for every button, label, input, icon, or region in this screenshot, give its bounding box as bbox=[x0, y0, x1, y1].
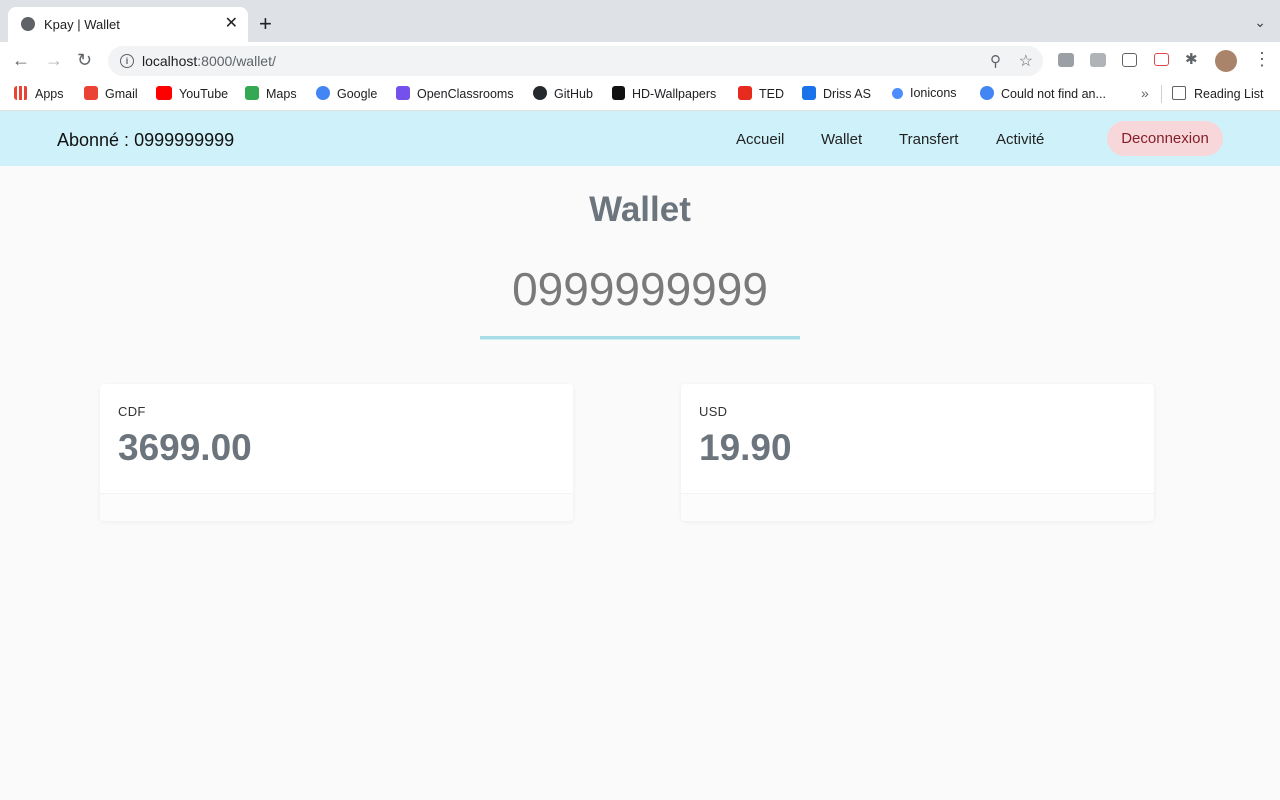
bookmarks-overflow-icon[interactable]: » bbox=[1141, 85, 1149, 101]
tab-title: Kpay | Wallet bbox=[44, 17, 120, 32]
balance-amount: 3699.00 bbox=[118, 427, 252, 468]
puzzle-icon[interactable]: ✱ bbox=[1185, 50, 1198, 70]
subscriber-label: Abonné : 0999999999 bbox=[57, 130, 235, 150]
star-icon[interactable]: ☆ bbox=[1019, 51, 1033, 71]
page-title: Wallet bbox=[589, 190, 691, 229]
reading-list-icon bbox=[1172, 86, 1186, 100]
reload-icon[interactable]: ↻ bbox=[77, 50, 92, 70]
browser-tab-strip: Kpay | Wallet ✕ + ⌄ bbox=[0, 0, 1280, 42]
more-options-icon[interactable]: ⋮ bbox=[1253, 49, 1271, 70]
maps-icon bbox=[245, 86, 259, 100]
avatar[interactable] bbox=[1215, 50, 1237, 72]
driss-as-icon bbox=[802, 86, 816, 100]
balance-card-cdf: CDF 3699.00 bbox=[100, 384, 573, 521]
bookmark-youtube[interactable]: YouTube bbox=[156, 86, 228, 101]
balance-card-usd: USD 19.90 bbox=[681, 384, 1154, 521]
bookmarks-bar: Apps Gmail YouTube Maps Google OpenClass… bbox=[0, 79, 1280, 111]
info-icon[interactable]: i bbox=[120, 54, 134, 68]
currency-label: CDF bbox=[118, 404, 146, 419]
browser-toolbar: ← → ↻ i localhost:8000/wallet/ ⚲ ☆ ✱ ⋮ bbox=[0, 42, 1280, 79]
globe-icon bbox=[21, 17, 35, 31]
bookmark-could-not-find[interactable]: Could not find an... bbox=[980, 86, 1106, 101]
browser-tab[interactable]: Kpay | Wallet ✕ bbox=[8, 7, 248, 42]
bookmark-ionicons[interactable]: Ionicons bbox=[892, 86, 957, 100]
extension-icon[interactable] bbox=[1154, 53, 1169, 66]
close-icon[interactable]: ✕ bbox=[225, 14, 238, 34]
hd-wallpapers-icon bbox=[612, 86, 625, 100]
nav-link-accueil[interactable]: Accueil bbox=[736, 131, 784, 148]
app-navbar: Abonné : 0999999999 Accueil Wallet Trans… bbox=[0, 111, 1280, 166]
divider bbox=[480, 336, 800, 340]
bookmark-apps[interactable]: Apps bbox=[14, 86, 64, 101]
balance-amount: 19.90 bbox=[699, 427, 792, 468]
extension-icon[interactable] bbox=[1058, 53, 1074, 67]
currency-label: USD bbox=[699, 404, 728, 419]
bookmark-google[interactable]: Google bbox=[316, 86, 377, 101]
bookmark-ted[interactable]: TED bbox=[738, 86, 784, 101]
bookmark-globe-icon bbox=[980, 86, 994, 100]
extension-icon[interactable] bbox=[1090, 53, 1106, 67]
extension-icon[interactable] bbox=[1122, 53, 1137, 67]
apps-grid-icon bbox=[14, 86, 28, 100]
ionicons-icon bbox=[892, 88, 903, 99]
zoom-icon[interactable]: ⚲ bbox=[990, 52, 1001, 70]
back-arrow-icon[interactable]: ← bbox=[12, 50, 30, 70]
card-footer bbox=[100, 493, 573, 521]
bookmark-github[interactable]: GitHub bbox=[533, 86, 593, 101]
wallet-number: 0999999999 bbox=[512, 263, 768, 315]
card-footer bbox=[681, 493, 1154, 521]
github-icon bbox=[533, 86, 547, 100]
bookmark-openclassrooms[interactable]: OpenClassrooms bbox=[396, 86, 514, 101]
nav-link-activite[interactable]: Activité bbox=[996, 131, 1044, 148]
youtube-icon bbox=[156, 86, 172, 100]
bookmark-maps[interactable]: Maps bbox=[245, 86, 297, 101]
nav-link-transfert[interactable]: Transfert bbox=[899, 131, 958, 148]
bookmark-hd-wallpapers[interactable]: HD-Wallpapers bbox=[612, 86, 716, 101]
bookmark-driss-as[interactable]: Driss AS bbox=[802, 86, 871, 101]
forward-arrow-icon[interactable]: → bbox=[45, 50, 63, 70]
gmail-icon bbox=[84, 86, 98, 100]
address-bar[interactable]: i localhost:8000/wallet/ ⚲ ☆ bbox=[108, 46, 1043, 76]
reading-list-button[interactable]: Reading List bbox=[1172, 86, 1264, 101]
url-text: localhost:8000/wallet/ bbox=[142, 53, 276, 69]
ted-icon bbox=[738, 86, 752, 100]
google-icon bbox=[316, 86, 330, 100]
new-tab-button[interactable]: + bbox=[259, 12, 272, 36]
logout-button[interactable]: Deconnexion bbox=[1107, 121, 1223, 156]
bookmark-gmail[interactable]: Gmail bbox=[84, 86, 138, 101]
chevron-down-icon[interactable]: ⌄ bbox=[1254, 14, 1266, 31]
nav-link-wallet[interactable]: Wallet bbox=[821, 131, 862, 148]
divider bbox=[1161, 85, 1162, 103]
openclassrooms-icon bbox=[396, 86, 410, 100]
